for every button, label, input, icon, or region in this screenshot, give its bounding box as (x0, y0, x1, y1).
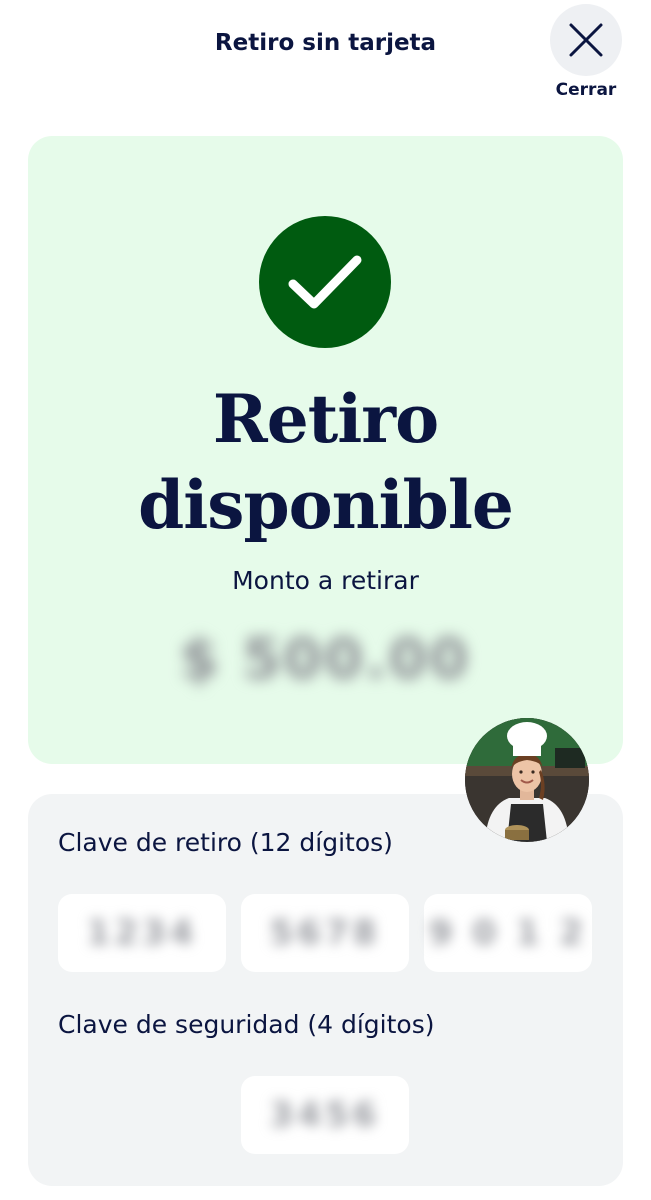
checkmark-icon (259, 216, 391, 348)
security-code-label: Clave de seguridad (4 dígitos) (58, 1010, 435, 1039)
security-code: 3456 (241, 1076, 409, 1154)
close-label[interactable]: Cerrar (550, 80, 622, 100)
withdrawal-code-label: Clave de retiro (12 dígitos) (58, 828, 393, 857)
codes-card: Clave de retiro (12 dígitos) 1234 5678 9… (28, 794, 623, 1186)
success-card: Retiro disponible Monto a retirar $ 500.… (28, 136, 623, 764)
amount-value: $ 500.00 (179, 626, 471, 692)
withdrawal-code-group-2: 5678 (241, 894, 409, 972)
success-title-line1: Retiro (212, 380, 439, 458)
amount-label: Monto a retirar (232, 566, 419, 595)
close-icon[interactable] (550, 4, 622, 76)
header: Retiro sin tarjeta Cerrar (0, 0, 651, 110)
close-button[interactable]: Cerrar (550, 4, 622, 100)
success-title: Retiro disponible (28, 376, 623, 548)
withdrawal-code-group-1: 1234 (58, 894, 226, 972)
success-title-line2: disponible (138, 466, 514, 544)
withdrawal-code-group-3: 9 0 1 2 (424, 894, 592, 972)
avatar[interactable] (465, 718, 589, 842)
